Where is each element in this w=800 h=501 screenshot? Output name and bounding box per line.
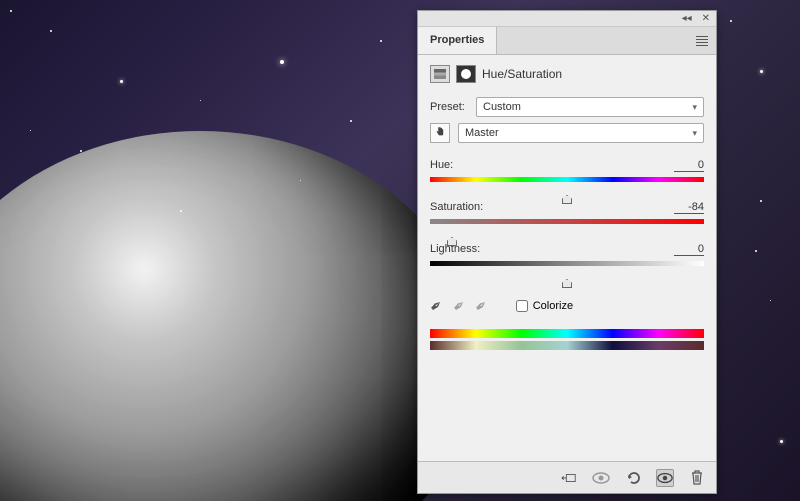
lightness-slider-group: Lightness: 0 (430, 243, 704, 283)
saturation-slider-group: Saturation: -84 (430, 201, 704, 241)
view-previous-icon[interactable] (592, 469, 610, 487)
channel-row: Master ▾ (430, 123, 704, 143)
tab-bar: Properties (418, 27, 716, 55)
toggle-visibility-icon[interactable] (656, 469, 674, 487)
eyedropper-add-icon[interactable]: ✒ (448, 295, 469, 317)
colorize-checkbox[interactable] (516, 300, 528, 312)
hue-track[interactable] (430, 174, 704, 184)
hue-slider-group: Hue: 0 (430, 159, 704, 199)
preset-select[interactable]: Custom ▾ (476, 97, 704, 117)
spectrum-output (430, 341, 704, 350)
channel-select[interactable]: Master ▾ (458, 123, 704, 143)
panel-footer (418, 461, 716, 493)
channel-value: Master (465, 127, 499, 139)
chevron-down-icon: ▾ (692, 102, 697, 113)
spectrum-strips (430, 329, 704, 350)
saturation-label: Saturation: (430, 201, 483, 213)
eyedropper-subtract-icon[interactable]: ✒ (471, 295, 492, 317)
properties-panel: ◂◂ ✕ Properties Hue/Saturation Preset: C… (417, 10, 717, 494)
hue-label: Hue: (430, 159, 453, 171)
eyedropper-row: ✒ ✒ ✒ Colorize (430, 297, 704, 315)
adjustment-title-row: Hue/Saturation (430, 65, 704, 83)
mask-icon[interactable] (456, 65, 476, 83)
eyedropper-icon[interactable]: ✒ (426, 295, 447, 317)
adjustment-icon[interactable] (430, 65, 450, 83)
targeted-adjustment-tool[interactable] (430, 123, 450, 143)
lightness-track[interactable] (430, 258, 704, 268)
adjustment-title: Hue/Saturation (482, 67, 562, 81)
saturation-value[interactable]: -84 (674, 201, 704, 214)
colorize-checkbox-row[interactable]: Colorize (516, 300, 573, 312)
collapse-icon[interactable]: ◂◂ (682, 14, 692, 24)
preset-row: Preset: Custom ▾ (430, 97, 704, 117)
hue-thumb[interactable] (562, 195, 572, 204)
reset-icon[interactable] (624, 469, 642, 487)
lightness-value[interactable]: 0 (674, 243, 704, 256)
saturation-thumb[interactable] (447, 237, 457, 246)
panel-body: Hue/Saturation Preset: Custom ▾ Master ▾… (418, 55, 716, 461)
lightness-thumb[interactable] (562, 279, 572, 288)
delete-icon[interactable] (688, 469, 706, 487)
preset-value: Custom (483, 101, 521, 113)
saturation-track[interactable] (430, 216, 704, 226)
panel-menu-button[interactable] (497, 27, 716, 54)
clip-to-layer-icon[interactable] (560, 469, 578, 487)
preset-label: Preset: (430, 101, 468, 113)
chevron-down-icon: ▾ (692, 128, 697, 139)
close-icon[interactable]: ✕ (702, 14, 710, 24)
panel-header: ◂◂ ✕ (418, 11, 716, 27)
hand-icon (433, 126, 447, 140)
colorize-label: Colorize (533, 300, 573, 312)
hue-value[interactable]: 0 (674, 159, 704, 172)
spectrum-input (430, 329, 704, 338)
tab-properties[interactable]: Properties (418, 27, 497, 54)
menu-icon (696, 36, 708, 46)
